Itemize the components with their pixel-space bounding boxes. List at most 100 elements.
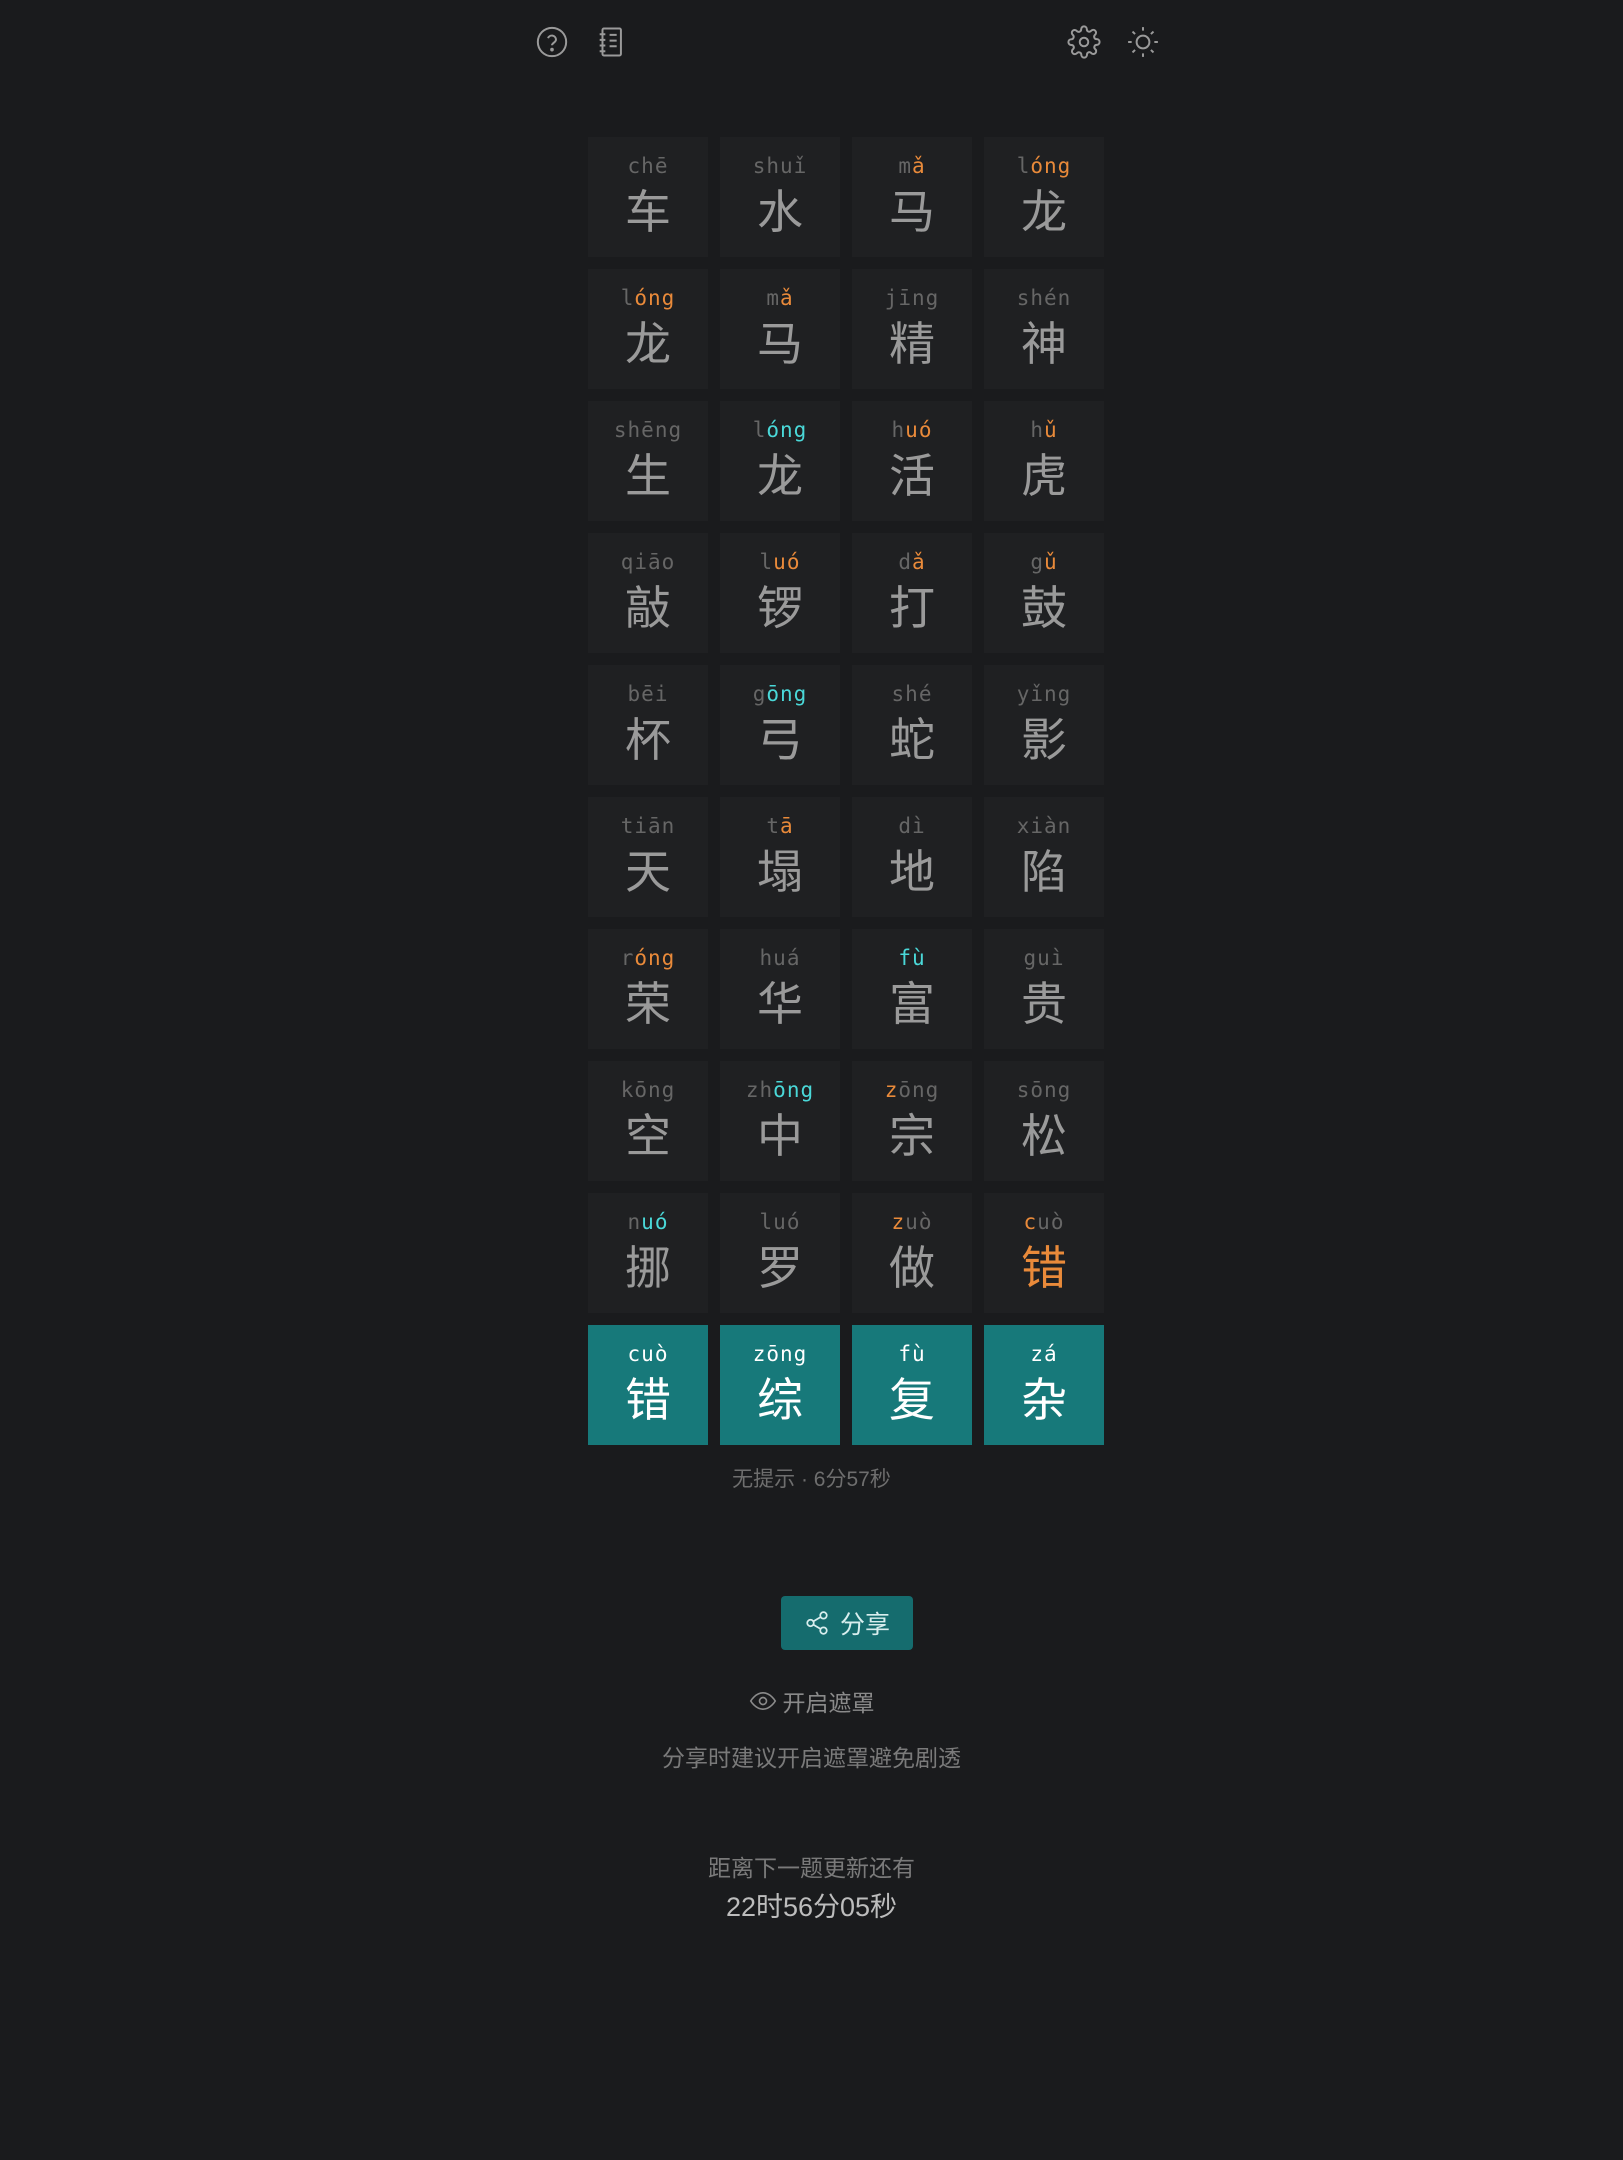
guess-grid: chē 车 shuǐ 水 mǎ 马 lóng 龙 lóng 龙 mǎ 马 jīng 精 shén 神 shēng… bbox=[588, 137, 1106, 1457]
cell-hanzi: 罗 bbox=[757, 1241, 803, 1295]
pinyin-segment: shén bbox=[1016, 286, 1072, 310]
cell-pinyin: cuò bbox=[984, 1209, 1104, 1235]
cell-hanzi: 虎 bbox=[1021, 449, 1067, 503]
pinyin-segment: shé bbox=[891, 682, 933, 706]
cell-pinyin: cuò bbox=[588, 1341, 708, 1367]
cell-hanzi: 打 bbox=[889, 581, 935, 635]
guess-cell: gǔ 鼓 bbox=[984, 533, 1104, 653]
pinyin-segment: óng bbox=[634, 946, 676, 970]
share-label: 分享 bbox=[839, 1611, 890, 1639]
pinyin-segment: uó bbox=[773, 550, 801, 574]
cell-pinyin: gǔ bbox=[984, 549, 1104, 575]
pinyin-segment: ǔ bbox=[1044, 550, 1058, 574]
pinyin-segment: huá bbox=[759, 946, 801, 970]
cell-pinyin: lóng bbox=[984, 153, 1104, 179]
guess-cell: lóng 龙 bbox=[984, 137, 1104, 257]
cell-pinyin: dǎ bbox=[852, 549, 972, 575]
guess-cell: xiàn 陷 bbox=[984, 797, 1104, 917]
guess-cell: tā 塌 bbox=[720, 797, 840, 917]
cell-pinyin: lóng bbox=[588, 285, 708, 311]
guess-cell: lóng 龙 bbox=[720, 401, 840, 521]
share-icon bbox=[806, 1611, 828, 1635]
guess-cell: dì 地 bbox=[852, 797, 972, 917]
next-puzzle-countdown: 22时56分05秒 bbox=[725, 1892, 898, 1922]
pinyin-segment: g bbox=[1030, 550, 1044, 574]
guess-cell: cuò 错 bbox=[984, 1193, 1104, 1313]
guess-row: lóng 龙 mǎ 马 jīng 精 shén 神 bbox=[588, 269, 1106, 389]
guess-cell: shén 神 bbox=[984, 269, 1104, 389]
cell-hanzi: 富 bbox=[889, 977, 935, 1031]
cell-hanzi: 神 bbox=[1021, 317, 1067, 371]
help-button[interactable] bbox=[530, 20, 574, 64]
theme-toggle-button[interactable] bbox=[1121, 20, 1165, 64]
pinyin-segment: bēi bbox=[627, 682, 669, 706]
cell-pinyin: luó bbox=[720, 1209, 840, 1235]
pinyin-segment: ē bbox=[654, 154, 669, 178]
cell-hanzi: 错 bbox=[1021, 1241, 1067, 1295]
guess-cell: qiāo 敲 bbox=[588, 533, 708, 653]
guess-cell: chē 车 bbox=[588, 137, 708, 257]
cell-pinyin: zhōng bbox=[720, 1077, 840, 1103]
cell-hanzi: 贵 bbox=[1021, 977, 1067, 1031]
cell-pinyin: zuò bbox=[852, 1209, 972, 1235]
pinyin-segment: óng bbox=[766, 418, 808, 442]
cell-pinyin: róng bbox=[588, 945, 708, 971]
settings-button[interactable] bbox=[1062, 20, 1106, 64]
pinyin-segment: tiān bbox=[620, 814, 676, 838]
cell-hanzi: 弓 bbox=[757, 713, 803, 767]
pinyin-segment: fù bbox=[898, 1342, 926, 1366]
mask-toggle[interactable]: 开启遮罩 bbox=[749, 1684, 875, 1718]
pinyin-segment: g bbox=[752, 682, 767, 706]
cell-hanzi: 鼓 bbox=[1021, 581, 1067, 635]
cell-pinyin: jīng bbox=[852, 285, 972, 311]
pinyin-segment: xiàn bbox=[1016, 814, 1072, 838]
pinyin-segment: yǐng bbox=[1016, 682, 1072, 706]
cell-hanzi: 错 bbox=[625, 1373, 671, 1427]
cell-pinyin: zōng bbox=[852, 1077, 972, 1103]
cell-hanzi: 影 bbox=[1021, 713, 1067, 767]
pinyin-segment: kōng bbox=[620, 1078, 676, 1102]
cell-hanzi: 杯 bbox=[625, 713, 671, 767]
guess-row: róng 荣 huá 华 fù 富 guì 贵 bbox=[588, 929, 1106, 1049]
cell-hanzi: 龙 bbox=[757, 449, 803, 503]
guess-cell: zhōng 中 bbox=[720, 1061, 840, 1181]
pinyin-segment: l bbox=[759, 550, 774, 574]
guess-row: nuó 挪 luó 罗 zuò 做 cuò 错 bbox=[588, 1193, 1106, 1313]
input-cell: cuò 错 bbox=[588, 1325, 708, 1445]
cell-pinyin: huá bbox=[720, 945, 840, 971]
pinyin-segment: shēng bbox=[613, 418, 683, 442]
pinyin-segment: óng bbox=[1030, 154, 1072, 178]
cell-hanzi: 杂 bbox=[1021, 1373, 1067, 1427]
guess-row: qiāo 敲 luó 锣 dǎ 打 gǔ 鼓 bbox=[588, 533, 1106, 653]
mask-hint: 分享时建议开启遮罩避免剧透 bbox=[662, 1745, 961, 1771]
pinyin-segment: m bbox=[898, 154, 912, 178]
pinyin-segment: qiāo bbox=[620, 550, 676, 574]
pinyin-segment: uó bbox=[905, 418, 933, 442]
guess-cell: tiān 天 bbox=[588, 797, 708, 917]
cell-pinyin: tiān bbox=[588, 813, 708, 839]
next-puzzle-label: 距离下一题更新还有 bbox=[708, 1855, 915, 1881]
guess-cell: kōng 空 bbox=[588, 1061, 708, 1181]
pinyin-segment: zōng bbox=[752, 1342, 808, 1366]
input-cell: zá 杂 bbox=[984, 1325, 1104, 1445]
pinyin-segment: z bbox=[891, 1210, 906, 1234]
cell-hanzi: 华 bbox=[757, 977, 803, 1031]
cell-hanzi: 马 bbox=[889, 185, 935, 239]
cell-hanzi: 挪 bbox=[625, 1241, 671, 1295]
pinyin-segment: dì bbox=[898, 814, 926, 838]
guess-cell: róng 荣 bbox=[588, 929, 708, 1049]
cell-pinyin: bēi bbox=[588, 681, 708, 707]
pinyin-segment: ōng bbox=[773, 1078, 815, 1102]
notebook-button[interactable] bbox=[589, 20, 633, 64]
cell-hanzi: 荣 bbox=[625, 977, 671, 1031]
cell-pinyin: kōng bbox=[588, 1077, 708, 1103]
pinyin-segment: luó bbox=[759, 1210, 801, 1234]
pinyin-segment: ǎ bbox=[780, 286, 794, 310]
cell-pinyin: hǔ bbox=[984, 417, 1104, 443]
cell-pinyin: mǎ bbox=[852, 153, 972, 179]
cell-pinyin: qiāo bbox=[588, 549, 708, 575]
pinyin-segment: n bbox=[627, 1210, 642, 1234]
share-button[interactable]: 分享 bbox=[781, 1596, 913, 1650]
cell-hanzi: 龙 bbox=[625, 317, 671, 371]
pinyin-segment: shuǐ bbox=[752, 154, 808, 178]
